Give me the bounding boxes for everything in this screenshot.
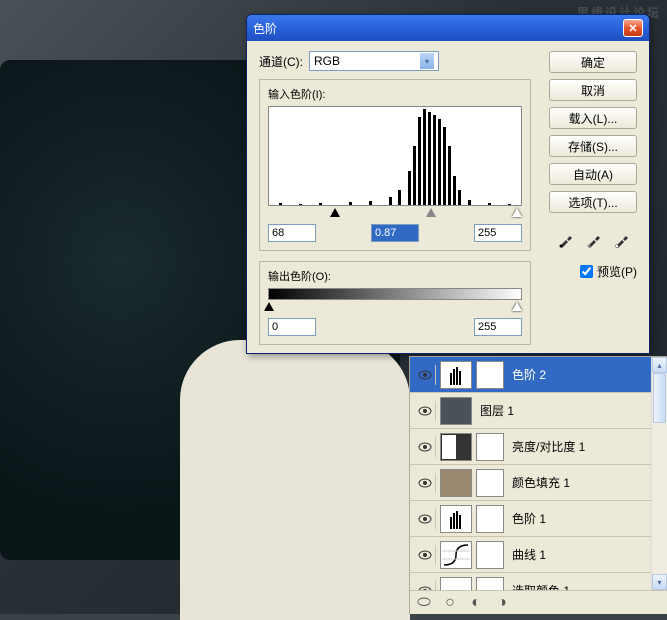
eyedropper-gray-icon[interactable] [583, 227, 605, 249]
layer-thumbnail[interactable] [440, 469, 472, 497]
layer-thumbnail[interactable] [440, 505, 472, 533]
dialog-body: 通道(C): RGB ▾ 输入色阶(I): 输出色阶(O): [247, 41, 649, 365]
output-black-field[interactable] [268, 318, 316, 336]
fx-icon[interactable]: ○ [442, 595, 458, 611]
layer-label: 图层 1 [476, 402, 663, 419]
layer-label: 色阶 1 [508, 510, 663, 527]
layers-scrollbar[interactable]: ▴ ▾ [651, 357, 667, 590]
output-white-field[interactable] [474, 318, 522, 336]
input-gamma-field[interactable] [371, 224, 419, 242]
close-icon: ✕ [628, 22, 637, 35]
gamma-slider[interactable] [426, 208, 436, 217]
layer-thumbnail[interactable] [440, 541, 472, 569]
visibility-eye-icon[interactable] [414, 365, 436, 385]
layer-row[interactable]: 图层 1 [410, 393, 667, 429]
layers-footer: ⬭ ○ ◐ ◑ [410, 590, 667, 614]
ok-button[interactable]: 确定 [549, 51, 637, 73]
button-column: 确定 取消 载入(L)... 存储(S)... 自动(A) 选项(T)... 预… [549, 51, 637, 280]
channel-value: RGB [314, 54, 340, 68]
layer-row[interactable]: 曲线 1 [410, 537, 667, 573]
layer-thumbnail[interactable] [440, 397, 472, 425]
visibility-eye-icon[interactable] [414, 473, 436, 493]
auto-button[interactable]: 自动(A) [549, 163, 637, 185]
output-gradient [268, 288, 522, 300]
layer-mask-thumbnail[interactable] [476, 505, 504, 533]
layer-label: 颜色填充 1 [508, 474, 663, 491]
output-black-slider[interactable] [264, 302, 274, 311]
output-values-row [268, 318, 522, 336]
eyedropper-row [549, 227, 637, 249]
layer-mask-thumbnail[interactable] [476, 433, 504, 461]
visibility-eye-icon[interactable] [414, 509, 436, 529]
layer-row[interactable]: 色阶 2 [410, 357, 667, 393]
white-point-slider[interactable] [512, 208, 522, 217]
layer-mask-thumbnail[interactable] [476, 361, 504, 389]
preview-label: 预览(P) [597, 263, 637, 280]
layer-mask-thumbnail[interactable] [476, 469, 504, 497]
chevron-down-icon: ▾ [420, 53, 434, 69]
layer-thumbnail[interactable] [440, 361, 472, 389]
output-slider [268, 302, 522, 314]
levels-dialog: 色阶 ✕ 通道(C): RGB ▾ 输入色阶(I): [246, 14, 650, 354]
close-button[interactable]: ✕ [623, 19, 643, 37]
link-icon[interactable]: ⬭ [416, 595, 432, 611]
adjustment-icon[interactable]: ◑ [494, 595, 510, 611]
input-levels-group: 输入色阶(I): [259, 79, 531, 251]
input-slider [268, 208, 522, 220]
layer-row[interactable]: 颜色填充 1 [410, 465, 667, 501]
layer-thumbnail[interactable] [440, 433, 472, 461]
layer-label: 色阶 2 [508, 366, 663, 383]
eyedropper-white-icon[interactable] [611, 227, 633, 249]
scroll-down-icon[interactable]: ▾ [652, 574, 667, 590]
layer-row[interactable]: 色阶 1 [410, 501, 667, 537]
save-button[interactable]: 存储(S)... [549, 135, 637, 157]
visibility-eye-icon[interactable] [414, 437, 436, 457]
layers-panel: 色阶 2图层 1亮度/对比度 1颜色填充 1色阶 1曲线 1选取颜色 1 ▴ ▾… [409, 356, 667, 614]
layer-label: 曲线 1 [508, 546, 663, 563]
output-levels-label: 输出色阶(O): [268, 268, 522, 284]
dialog-titlebar[interactable]: 色阶 ✕ [247, 15, 649, 41]
preview-checkbox[interactable] [580, 265, 593, 278]
visibility-eye-icon[interactable] [414, 545, 436, 565]
load-button[interactable]: 载入(L)... [549, 107, 637, 129]
cancel-button[interactable]: 取消 [549, 79, 637, 101]
layer-row[interactable]: 亮度/对比度 1 [410, 429, 667, 465]
layer-label: 亮度/对比度 1 [508, 438, 663, 455]
histogram [268, 106, 522, 206]
input-values-row [268, 224, 522, 242]
photo-person [180, 340, 410, 620]
dialog-title: 色阶 [253, 20, 623, 37]
input-levels-label: 输入色阶(I): [268, 86, 522, 102]
scroll-thumb[interactable] [653, 373, 666, 423]
input-white-field[interactable] [474, 224, 522, 242]
visibility-eye-icon[interactable] [414, 401, 436, 421]
layer-mask-thumbnail[interactable] [476, 541, 504, 569]
output-levels-group: 输出色阶(O): [259, 261, 531, 345]
options-button[interactable]: 选项(T)... [549, 191, 637, 213]
scroll-up-icon[interactable]: ▴ [652, 357, 667, 373]
output-white-slider[interactable] [512, 302, 522, 311]
preview-row: 预览(P) [549, 263, 637, 280]
mask-icon[interactable]: ◐ [468, 595, 484, 611]
channel-label: 通道(C): [259, 53, 303, 70]
channel-select[interactable]: RGB ▾ [309, 51, 439, 71]
eyedropper-black-icon[interactable] [555, 227, 577, 249]
black-point-slider[interactable] [330, 208, 340, 217]
input-black-field[interactable] [268, 224, 316, 242]
